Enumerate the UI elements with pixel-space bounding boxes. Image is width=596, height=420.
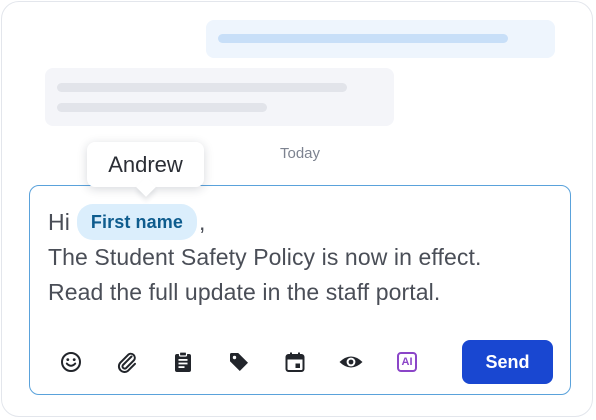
message-line-2: The Student Safety Policy is now in effe… <box>48 244 482 270</box>
message-skeleton-line <box>57 83 347 92</box>
preview-eye-icon[interactable] <box>338 349 364 375</box>
emoji-icon[interactable] <box>58 349 84 375</box>
chip-value-tooltip: Andrew <box>87 142 204 197</box>
tooltip-text: Andrew <box>108 152 183 177</box>
chat-window: Today Andrew Hi First name, The Student S… <box>1 1 593 417</box>
clipboard-icon[interactable] <box>170 349 196 375</box>
message-line-3: Read the full update in the staff portal… <box>48 279 441 305</box>
outgoing-message-placeholder <box>206 20 555 58</box>
message-text[interactable]: Hi First name, The Student Safety Policy … <box>48 204 556 310</box>
ai-icon[interactable]: AI <box>394 349 420 375</box>
date-separator: Today <box>279 145 321 162</box>
calendar-icon[interactable] <box>282 349 308 375</box>
attachment-icon[interactable] <box>114 349 140 375</box>
message-skeleton-line <box>57 103 267 112</box>
comma-text: , <box>198 209 206 235</box>
message-composer[interactable]: Hi First name, The Student Safety Policy … <box>29 185 571 395</box>
greeting-text: Hi <box>48 209 70 235</box>
tag-icon[interactable] <box>226 349 252 375</box>
message-line-1: Hi First name, <box>48 204 556 240</box>
send-button[interactable]: Send <box>462 340 553 384</box>
message-skeleton-line <box>218 34 508 43</box>
ai-icon-label: AI <box>397 352 417 372</box>
incoming-message-placeholder <box>45 68 394 126</box>
first-name-placeholder-chip[interactable]: First name <box>76 204 197 240</box>
